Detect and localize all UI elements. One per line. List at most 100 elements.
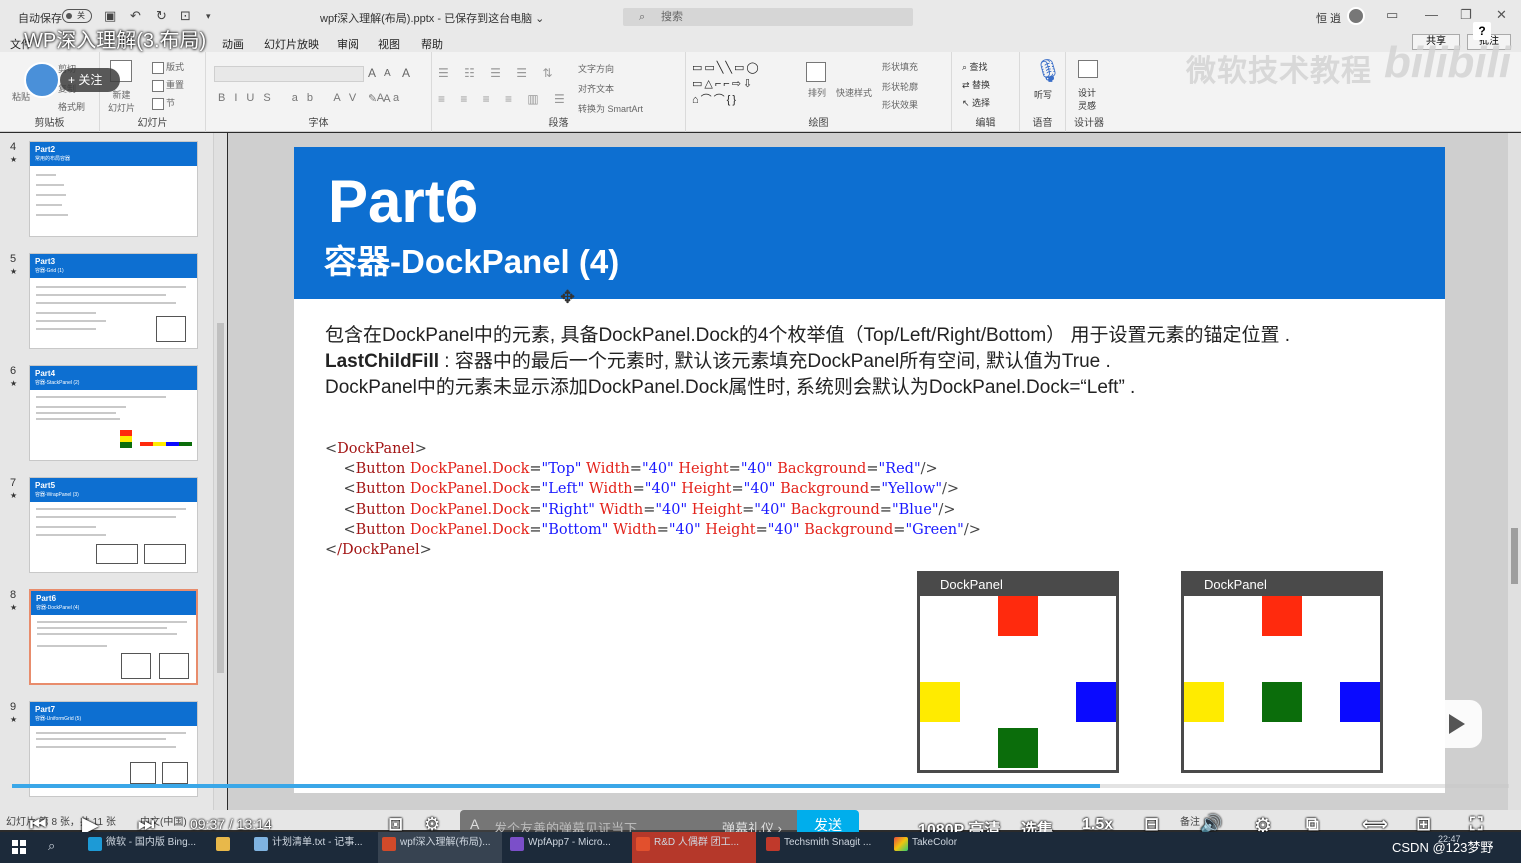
minimize-icon[interactable]: —	[1425, 7, 1438, 22]
body-line-2-keyword: LastChildFill	[325, 351, 439, 372]
new-slide-button[interactable]: 新建 幻灯片	[108, 88, 135, 114]
customize-qat-icon[interactable]: ▾	[206, 11, 211, 22]
tab-review[interactable]: 审阅	[337, 36, 359, 52]
taskbar-item-edge[interactable]: 微软 - 国内版 Bing...	[84, 832, 208, 863]
user-avatar[interactable]	[1347, 7, 1365, 25]
bilibili-logo: bilibili	[1384, 38, 1512, 87]
slides-group: 新建 幻灯片 版式 重置 节 幻灯片	[100, 52, 206, 132]
designer-icon[interactable]	[1078, 60, 1100, 78]
save-icon[interactable]: ▣	[104, 8, 116, 24]
thumbnail-image[interactable]: Part2 常用的布局容器	[29, 141, 198, 237]
windows-start-icon[interactable]	[12, 840, 26, 854]
slide-title[interactable]: Part6	[328, 167, 478, 236]
uploader-avatar[interactable]	[24, 62, 60, 98]
slide-subtitle[interactable]: 容器-DockPanel (4)	[324, 235, 619, 283]
thumbnail-slide-7[interactable]: 7 ★ Part5 容器-WrapPanel (3)	[0, 469, 214, 573]
undo-icon[interactable]: ↶	[130, 8, 141, 24]
autosave-toggle[interactable]: 关	[62, 9, 92, 23]
redo-icon[interactable]: ↻	[156, 8, 167, 24]
shape-fill-button[interactable]: 形状填充	[882, 60, 918, 73]
thumbnail-title: Part5	[35, 481, 56, 490]
clipboard-label: 剪贴板	[34, 118, 65, 129]
taskbar-item-chat[interactable]: R&D 人偶群 团工...	[632, 832, 756, 863]
user-name[interactable]: 恒 逍	[1316, 10, 1341, 26]
align-buttons[interactable]: ≡ ≡ ≡ ≡ ▥ ☰	[438, 92, 571, 106]
slide-scrollbar[interactable]	[1508, 133, 1521, 810]
bilibili-play-icon[interactable]	[1428, 700, 1482, 748]
thumbnails-scrollbar[interactable]	[214, 133, 227, 810]
danmaku-style-icon[interactable]: A	[470, 816, 479, 832]
video-progress-bar[interactable]	[12, 784, 1509, 788]
replace-button[interactable]: ⇄ 替换	[962, 78, 990, 91]
shape-outline-button[interactable]: 形状轮廓	[882, 80, 918, 93]
font-name-field[interactable]	[214, 66, 364, 82]
shape-effects-button[interactable]: 形状效果	[882, 98, 918, 111]
thumbnail-number: 4	[10, 141, 17, 153]
time-current: 09:37	[190, 816, 226, 832]
thumbnail-slide-5[interactable]: 5 ★ Part3 容器-Grid (1)	[0, 245, 214, 349]
select-button[interactable]: ↖ 选择	[962, 96, 990, 109]
list-buttons[interactable]: ☰ ☷ ☰ ☰ ⇅	[438, 66, 558, 80]
paste-button[interactable]: 粘贴	[12, 90, 30, 103]
microphone-icon[interactable]: 🎙	[1034, 58, 1062, 84]
thumbnail-image[interactable]: Part5 容器-WrapPanel (3)	[29, 477, 198, 573]
current-slide[interactable]: Part6 容器-DockPanel (4) ✥ 包含在DockPanel中的元…	[294, 147, 1445, 793]
demo-window-client	[920, 596, 1116, 770]
tab-slideshow[interactable]: 幻灯片放映	[264, 36, 319, 52]
thumbnail-slide-9[interactable]: 9 ★ Part7 容器-UniformGrid (5)	[0, 693, 214, 797]
text-direction-button[interactable]: 文字方向	[578, 62, 614, 75]
design-ideas-button[interactable]: 设计 灵感	[1078, 86, 1096, 112]
replace-label: 替换	[972, 80, 991, 90]
taskbar-item-visualstudio[interactable]: WpfApp7 - Micro...	[506, 832, 626, 863]
mini-window	[162, 762, 188, 784]
taskbar-item-explorer[interactable]	[212, 832, 242, 863]
tab-view[interactable]: 视图	[378, 36, 400, 52]
quick-styles-button[interactable]: 快速样式	[836, 86, 872, 99]
slide-thumbnails-pane: 4 ★ Part2 常用的布局容器 5 ★ Part3 容器-Grid (1)	[0, 133, 214, 810]
xaml-code-block[interactable]: <DockPanel> <Button DockPanel.Dock="Top"…	[325, 439, 981, 560]
present-icon[interactable]: ⊡	[180, 8, 191, 24]
thumbnail-image[interactable]: Part3 容器-Grid (1)	[29, 253, 198, 349]
time-display: 09:37 / 13:14	[190, 816, 272, 832]
tab-help[interactable]: 帮助	[421, 36, 443, 52]
thumbnail-image[interactable]: Part7 容器-UniformGrid (5)	[29, 701, 198, 797]
follow-button[interactable]: + 关注	[60, 68, 120, 92]
arrange-icon[interactable]	[806, 62, 828, 82]
demo-window-client	[1184, 596, 1380, 770]
find-button[interactable]: ⌕ 查找	[962, 60, 988, 73]
slide-body-text[interactable]: 包含在DockPanel中的元素, 具备DockPanel.Dock的4个枚举值…	[325, 323, 1425, 401]
align-text-button[interactable]: 对齐文本	[578, 82, 614, 95]
thumbnail-image-selected[interactable]: Part6 容器-DockPanel (4)	[29, 589, 198, 685]
format-painter-button[interactable]: 格式刷	[58, 100, 85, 113]
tab-animation[interactable]: 动画	[222, 36, 244, 52]
close-icon[interactable]: ✕	[1496, 7, 1507, 23]
time-separator: /	[228, 816, 233, 832]
taskbar-item-takecolor[interactable]: TakeColor	[890, 832, 1000, 863]
ribbon-display-icon[interactable]: ▭	[1386, 7, 1398, 23]
thumbnail-image[interactable]: Part4 容器-StackPanel (2)	[29, 365, 198, 461]
layout-button[interactable]: 版式	[152, 60, 184, 74]
font-shrink-button[interactable]: A	[384, 68, 391, 79]
taskbar-item-powerpoint[interactable]: wpf深入理解(布局)...	[378, 832, 502, 863]
taskbar-item-snagit[interactable]: Techsmith Snagit ...	[762, 832, 886, 863]
reset-button[interactable]: 重置	[152, 78, 184, 92]
restore-icon[interactable]: ❐	[1460, 7, 1472, 23]
demo-window-title: DockPanel	[1204, 577, 1267, 592]
blue-square	[1340, 682, 1380, 722]
font-grow-button[interactable]: A	[368, 66, 376, 80]
arrange-button[interactable]: 排列	[808, 86, 826, 99]
dictate-button[interactable]: 听写	[1034, 88, 1052, 101]
taskbar-item-notepad[interactable]: 计划清单.txt - 记事...	[250, 832, 374, 863]
thumbnail-slide-4[interactable]: 4 ★ Part2 常用的布局容器	[0, 133, 214, 237]
paragraph-label: 段落	[548, 118, 569, 129]
shapes-gallery[interactable]: ▭▭╲╲▭◯ ▭△⌐⌐⇨⇩ ⌂⌒⌒{}	[692, 60, 800, 108]
clear-format-button[interactable]: A	[402, 66, 410, 80]
taskbar-search-icon[interactable]: ⌕	[48, 838, 55, 854]
find-label: 查找	[969, 62, 988, 72]
taskbar-item-label: TakeColor	[912, 837, 958, 848]
font-color-buttons[interactable]: ✎A	[368, 92, 397, 105]
thumbnail-slide-6[interactable]: 6 ★ Part4 容器-StackPanel (2)	[0, 357, 214, 461]
search-input[interactable]: ⌕ 搜索	[623, 8, 913, 26]
section-button[interactable]: 节	[152, 96, 175, 110]
thumbnail-slide-8[interactable]: 8 ★ Part6 容器-DockPanel (4)	[0, 581, 214, 685]
